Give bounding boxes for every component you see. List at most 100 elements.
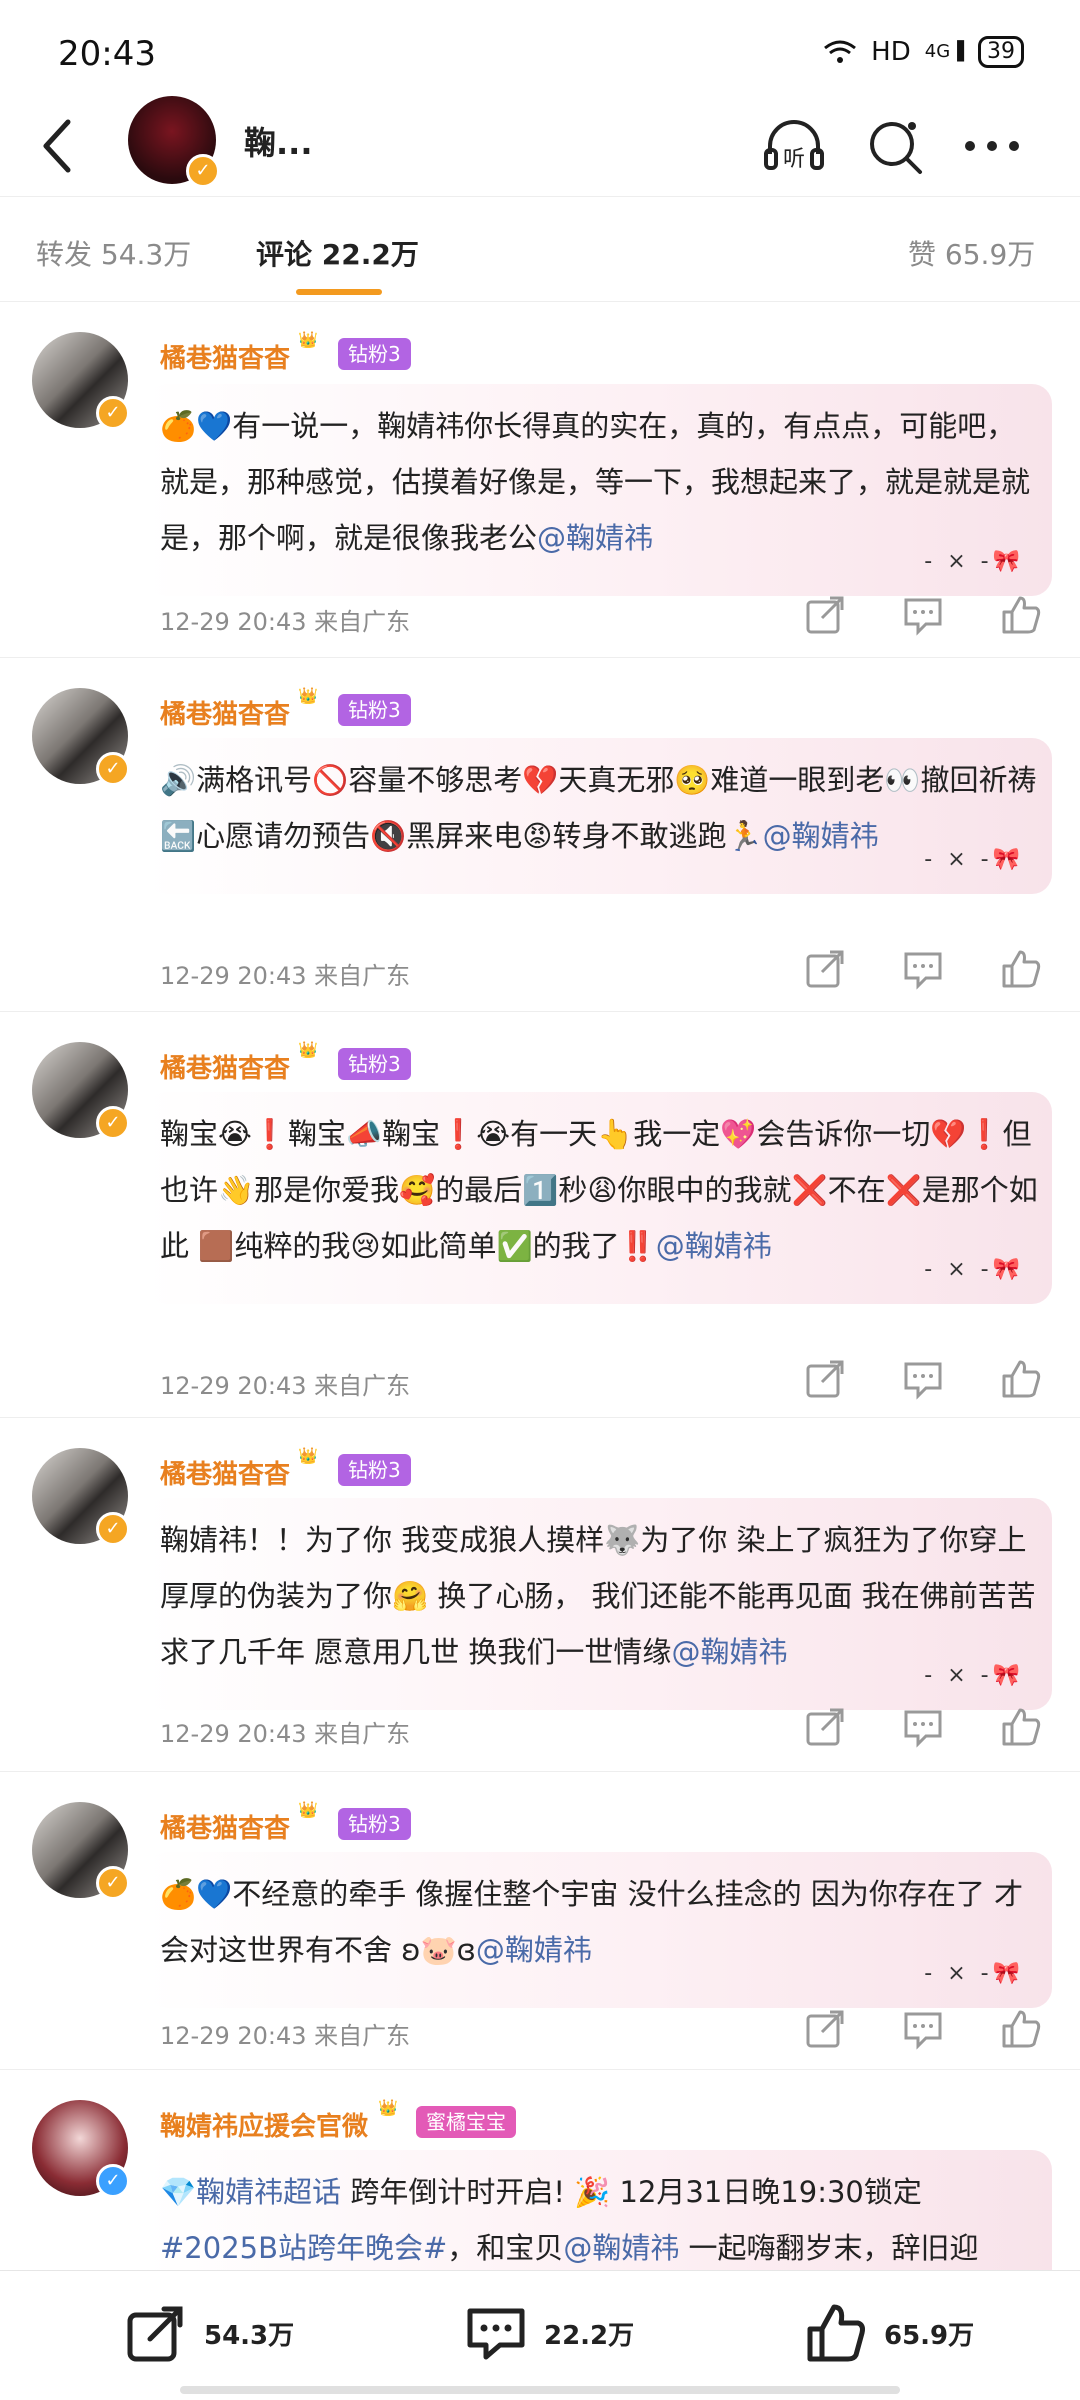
mention-link[interactable]: @鞠婧祎 — [476, 1933, 592, 1967]
bow-decoration-icon: - × -🎀 — [924, 1961, 1024, 1986]
reply-icon[interactable] — [902, 1358, 944, 1400]
avatar[interactable]: ✓ — [32, 2100, 130, 2198]
search-icon[interactable] — [860, 110, 932, 182]
share-icon[interactable] — [804, 2008, 846, 2050]
share-icon[interactable] — [804, 948, 846, 990]
reply-icon[interactable] — [902, 2008, 944, 2050]
page-title[interactable]: 鞠... — [244, 118, 312, 164]
listen-icon[interactable]: 听 — [758, 110, 830, 182]
comment-text: 💎鞠婧祎超话 跨年倒计时开启! 🎉 12月31日晚19:30锁定 #2025B站跨… — [146, 2150, 1052, 2270]
reply-icon[interactable] — [902, 1706, 944, 1748]
bow-decoration-icon: - × -🎀 — [924, 549, 1024, 574]
repost-count: 54.3万 — [204, 2320, 295, 2351]
network-label: HD — [871, 37, 911, 67]
like-icon[interactable] — [1000, 2008, 1042, 2050]
mention-link[interactable]: @鞠婧祎 — [537, 521, 653, 555]
crown-icon: 👑 — [298, 1040, 318, 1059]
home-indicator[interactable] — [180, 2386, 900, 2394]
mention-link[interactable]: @鞠婧祎 — [763, 819, 879, 853]
comment-username[interactable]: 橘巷猫杳杳 — [160, 1808, 290, 1845]
fan-badge: 蜜橘宝宝 — [416, 2106, 516, 2138]
bottom-action-bar: 54.3万 22.2万 65.9万 — [0, 2270, 1080, 2400]
share-icon[interactable] — [804, 1358, 846, 1400]
like-button[interactable]: 65.9万 — [804, 2301, 974, 2365]
share-icon[interactable] — [804, 1706, 846, 1748]
repost-button[interactable]: 54.3万 — [124, 2301, 294, 2365]
comment-meta: 12-29 20:43 来自广东 — [160, 1372, 411, 1400]
comment-item: ✓ 橘巷猫杳杳 👑 钻粉3 鞠宝😭❗鞠宝📣鞠宝❗😭有一天👆我一定💖会告诉你一切💔… — [0, 1012, 1080, 1418]
verified-badge-icon: ✓ — [96, 396, 130, 430]
comment-body: 跨年倒计时开启! 🎉 12月31日晚19:30锁定 — [341, 2175, 922, 2209]
battery-icon: 39 — [978, 36, 1024, 68]
comment-actions — [804, 948, 1042, 990]
comment-meta: 12-29 20:43 来自广东 — [160, 1720, 411, 1748]
avatar[interactable]: ✓ — [32, 332, 130, 430]
mention-link[interactable]: @鞠婧祎 — [671, 1635, 787, 1669]
share-icon[interactable] — [804, 594, 846, 636]
comment-body: 鞠宝😭❗鞠宝📣鞠宝❗😭有一天👆我一定💖会告诉你一切💔❗但也许👋那是你爱我🥰的最后… — [160, 1117, 1038, 1263]
bow-decoration-icon: - × -🎀 — [924, 1257, 1024, 1282]
comment-text: 🔊满格讯号🚫容量不够思考💔天真无邪🥺难道一眼到老👀撤回祈祷🔙心愿请勿预告🔇黑屏来… — [146, 738, 1052, 894]
comment-username[interactable]: 橘巷猫杳杳 — [160, 1454, 290, 1491]
comment-item: ✓ 鞠婧祎应援会官微 👑 蜜橘宝宝 💎鞠婧祎超话 跨年倒计时开启! 🎉 12月3… — [0, 2070, 1080, 2270]
repost-icon — [127, 2306, 183, 2362]
crown-icon: 👑 — [298, 330, 318, 349]
tab-repost[interactable]: 转发 54.3万 — [36, 233, 191, 273]
comment-username[interactable]: 橘巷猫杳杳 — [160, 694, 290, 731]
comment-count: 22.2万 — [544, 2320, 635, 2351]
comment-body: 鞠婧祎！！为了你 我变成狼人摸样🐺为了你 染上了疯狂为了你穿上厚厚的伪装为了你🤗… — [160, 1523, 1036, 1669]
supertopic-link[interactable]: 💎鞠婧祎超话 — [160, 2175, 341, 2209]
avatar[interactable]: ✓ — [32, 688, 130, 786]
comment-meta: 12-29 20:43 来自广东 — [160, 608, 411, 636]
comment-username[interactable]: 鞠婧祎应援会官微 — [160, 2106, 368, 2143]
status-bar: 20:43 HD 4G▐ 39 — [0, 0, 1080, 100]
tab-likes[interactable]: 赞 65.9万 — [908, 233, 1035, 273]
back-icon[interactable] — [30, 108, 90, 184]
tab-likes-label: 赞 — [908, 238, 937, 271]
avatar[interactable]: ✓ — [32, 1802, 130, 1900]
fan-badge: 钻粉3 — [338, 1808, 411, 1840]
bow-decoration-icon: - × -🎀 — [924, 847, 1024, 872]
tab-active-indicator — [296, 289, 382, 295]
reply-icon[interactable] — [902, 948, 944, 990]
tabs: 转发 54.3万 评论 22.2万 赞 65.9万 — [0, 196, 1080, 302]
tab-comments[interactable]: 评论 22.2万 — [256, 233, 419, 273]
fan-badge: 钻粉3 — [338, 338, 411, 370]
status-time: 20:43 — [58, 34, 156, 74]
like-icon[interactable] — [1000, 1358, 1042, 1400]
verified-badge-icon: ✓ — [96, 1512, 130, 1546]
more-icon[interactable] — [956, 110, 1028, 182]
comment-meta: 12-29 20:43 来自广东 — [160, 2022, 411, 2050]
comment-username[interactable]: 橘巷猫杳杳 — [160, 338, 290, 375]
comment-actions — [804, 1706, 1042, 1748]
comment-button[interactable]: 22.2万 — [464, 2301, 634, 2365]
fan-badge: 钻粉3 — [338, 1454, 411, 1486]
comment-actions — [804, 1358, 1042, 1400]
avatar[interactable]: ✓ — [32, 1042, 130, 1140]
fan-badge: 钻粉3 — [338, 1048, 411, 1080]
mention-link[interactable]: @鞠婧祎 — [656, 1229, 772, 1263]
verified-badge-icon: ✓ — [186, 154, 220, 188]
comment-username[interactable]: 橘巷猫杳杳 — [160, 1048, 290, 1085]
verified-badge-icon: ✓ — [96, 1866, 130, 1900]
like-count: 65.9万 — [884, 2320, 975, 2351]
like-icon[interactable] — [1000, 594, 1042, 636]
like-icon[interactable] — [1000, 948, 1042, 990]
comment-actions — [804, 594, 1042, 636]
hashtag-link[interactable]: #2025B站跨年晚会# — [160, 2231, 447, 2265]
mention-link[interactable]: @鞠婧祎 — [563, 2231, 679, 2265]
tab-likes-count: 65.9万 — [944, 238, 1036, 271]
comment-item: ✓ 橘巷猫杳杳 👑 钻粉3 🍊💙有一说一，鞠婧祎你长得真的实在，真的，有点点，可… — [0, 302, 1080, 658]
signal-icon: 4G▐ — [924, 41, 964, 62]
fan-badge: 钻粉3 — [338, 694, 411, 726]
tab-comments-count: 22.2万 — [321, 238, 419, 271]
comment-item: ✓ 橘巷猫杳杳 👑 钻粉3 🍊💙不经意的牵手 像握住整个宇宙 没什么挂念的 因为… — [0, 1772, 1080, 2070]
bow-decoration-icon: - × -🎀 — [924, 1663, 1024, 1688]
avatar[interactable]: ✓ — [32, 1448, 130, 1546]
avatar[interactable]: ✓ — [128, 96, 220, 188]
like-icon[interactable] — [1000, 1706, 1042, 1748]
reply-icon[interactable] — [902, 594, 944, 636]
tab-repost-label: 转发 — [36, 238, 93, 271]
status-icons: HD 4G▐ 39 — [823, 36, 1024, 68]
verified-badge-icon: ✓ — [96, 1106, 130, 1140]
